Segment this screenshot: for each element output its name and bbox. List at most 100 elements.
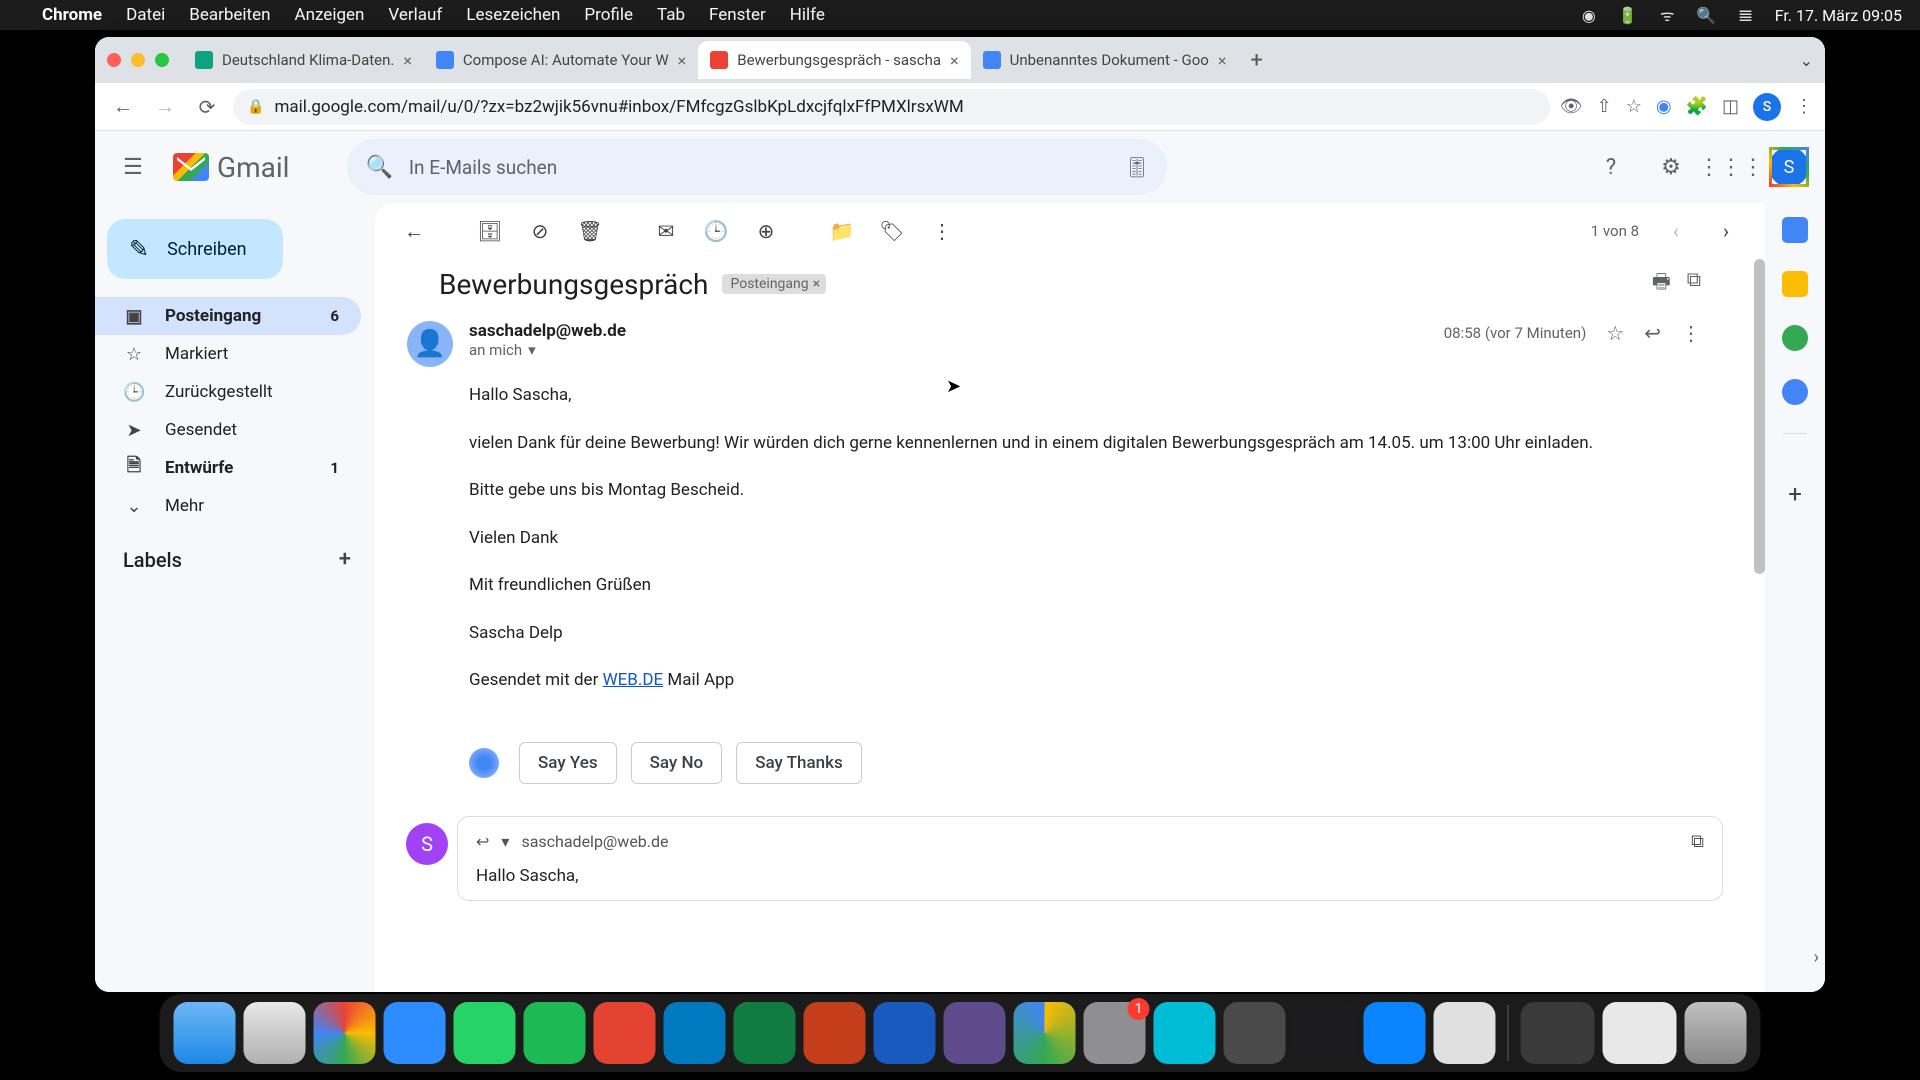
dock-todoist[interactable]: [594, 1002, 656, 1064]
reply-to[interactable]: saschadelp@web.de: [521, 832, 668, 851]
menu-window[interactable]: Fenster: [709, 5, 766, 25]
control-center-icon[interactable]: 𝌆: [1738, 6, 1752, 25]
nav-starred[interactable]: ☆ Markiert: [95, 335, 361, 373]
smart-reply-yes[interactable]: Say Yes: [519, 742, 617, 784]
compose-ai-icon[interactable]: [469, 748, 499, 778]
back-arrow-icon[interactable]: ←: [393, 210, 435, 252]
search-options-icon[interactable]: 🎚: [1124, 155, 1149, 179]
archive-icon[interactable]: 🗄: [469, 210, 511, 252]
reload-button[interactable]: ⟳: [191, 91, 223, 123]
dock-settings[interactable]: 1: [1084, 1002, 1146, 1064]
tab-close-icon[interactable]: ×: [1218, 51, 1227, 70]
open-window-icon[interactable]: ⧉: [1687, 267, 1701, 301]
dock-finder[interactable]: [174, 1002, 236, 1064]
reply-arrow-icon[interactable]: ↩: [476, 832, 489, 851]
menu-bookmarks[interactable]: Lesezeichen: [466, 5, 560, 25]
dock-drive[interactable]: [1014, 1002, 1076, 1064]
back-button[interactable]: ←: [107, 91, 139, 123]
tab-list-chevron-icon[interactable]: ⌄: [1800, 51, 1813, 70]
dock-powerpoint[interactable]: [804, 1002, 866, 1064]
keep-addon-icon[interactable]: [1782, 271, 1808, 297]
dock-min-window[interactable]: [1521, 1002, 1595, 1064]
bookmark-star-icon[interactable]: ☆: [1626, 96, 1642, 117]
tab-close-icon[interactable]: ×: [678, 51, 687, 70]
reply-icon[interactable]: ↩: [1644, 321, 1661, 345]
battery-icon[interactable]: 🔋: [1618, 6, 1638, 25]
mark-unread-icon[interactable]: ✉: [645, 210, 687, 252]
reply-draft-text[interactable]: Hallo Sascha,: [476, 852, 1704, 886]
dock-zoom[interactable]: [384, 1002, 446, 1064]
sidepanel-icon[interactable]: ◫: [1722, 96, 1739, 117]
dock-spotify[interactable]: [524, 1002, 586, 1064]
smart-reply-no[interactable]: Say No: [631, 742, 723, 784]
menu-file[interactable]: Datei: [126, 5, 165, 25]
nav-more[interactable]: ⌄ Mehr: [95, 487, 361, 525]
extension-icon[interactable]: ◉: [1656, 96, 1672, 117]
search-input[interactable]: [409, 156, 1108, 179]
dock-app-white[interactable]: [1434, 1002, 1496, 1064]
chrome-menu-icon[interactable]: ⋮: [1795, 96, 1813, 117]
dock-app-teal[interactable]: [1154, 1002, 1216, 1064]
clock[interactable]: Fr. 17. März 09:05: [1775, 6, 1902, 25]
dock-imovie[interactable]: [944, 1002, 1006, 1064]
account-avatar[interactable]: S: [1769, 147, 1809, 187]
tasks-addon-icon[interactable]: [1782, 325, 1808, 351]
chevron-down-icon[interactable]: ▾: [528, 341, 536, 359]
active-app-name[interactable]: Chrome: [42, 5, 102, 25]
nav-drafts[interactable]: 🗎 Entwürfe 1: [95, 449, 361, 487]
spam-icon[interactable]: ⊘: [519, 210, 561, 252]
forward-button[interactable]: →: [149, 91, 181, 123]
more-icon[interactable]: ⋮: [1681, 321, 1701, 345]
move-icon[interactable]: 📁: [821, 210, 863, 252]
profile-avatar[interactable]: S: [1753, 93, 1781, 121]
url-field[interactable]: 🔒 mail.google.com/mail/u/0/?zx=bz2wjik56…: [233, 89, 1550, 125]
browser-tab[interactable]: Compose AI: Automate Your W ×: [424, 41, 698, 79]
popout-icon[interactable]: ⧉: [1691, 831, 1704, 852]
search-icon[interactable]: 🔍: [1696, 6, 1716, 25]
dock-appstore[interactable]: [1364, 1002, 1426, 1064]
nav-sent[interactable]: ➤ Gesendet: [95, 411, 361, 449]
nav-inbox[interactable]: ▣ Posteingang 6: [95, 297, 361, 335]
add-label-icon[interactable]: +: [339, 547, 351, 572]
gmail-logo[interactable]: Gmail: [173, 151, 289, 184]
dock-chrome[interactable]: [314, 1002, 376, 1064]
prev-icon[interactable]: ‹: [1655, 210, 1697, 252]
new-tab-button[interactable]: +: [1238, 48, 1274, 73]
window-close[interactable]: [107, 53, 121, 67]
sender-avatar[interactable]: 👤: [407, 321, 453, 367]
menu-help[interactable]: Hilfe: [790, 5, 825, 25]
sender-email[interactable]: saschadelp@web.de: [469, 321, 1428, 341]
more-icon[interactable]: ⋮: [921, 210, 963, 252]
next-icon[interactable]: ›: [1705, 210, 1747, 252]
extensions-icon[interactable]: 🧩: [1686, 96, 1708, 117]
delete-icon[interactable]: 🗑: [569, 210, 611, 252]
dock-word[interactable]: [874, 1002, 936, 1064]
search-icon[interactable]: 🔍: [365, 155, 392, 180]
contacts-addon-icon[interactable]: [1782, 379, 1808, 405]
dock-quicktime[interactable]: [1224, 1002, 1286, 1064]
label-icon[interactable]: 🏷: [871, 210, 913, 252]
calendar-addon-icon[interactable]: [1782, 217, 1808, 243]
search-box[interactable]: 🔍 🎚: [347, 139, 1167, 195]
dock-whatsapp[interactable]: [454, 1002, 516, 1064]
tab-close-icon[interactable]: ×: [950, 51, 959, 70]
menu-edit[interactable]: Bearbeiten: [189, 5, 270, 25]
browser-tab[interactable]: Deutschland Klima-Daten. ×: [183, 41, 424, 79]
dock-audio[interactable]: [1294, 1002, 1356, 1064]
support-icon[interactable]: ?: [1589, 145, 1633, 189]
browser-tab-active[interactable]: Bewerbungsgespräch - sascha ×: [698, 41, 970, 79]
webde-link[interactable]: WEB.DE: [603, 670, 664, 690]
recipient-line[interactable]: an mich ▾: [469, 341, 1428, 359]
eye-icon[interactable]: 👁: [1560, 96, 1583, 117]
smart-reply-thanks[interactable]: Say Thanks: [736, 742, 862, 784]
dock-trash[interactable]: [1685, 1002, 1747, 1064]
apps-grid-icon[interactable]: ⋮⋮⋮: [1709, 145, 1753, 189]
window-maximize[interactable]: [155, 53, 169, 67]
hamburger-icon[interactable]: ☰: [111, 145, 155, 189]
wifi-icon[interactable]: ᯤ: [1660, 4, 1675, 26]
chip-close-icon[interactable]: ×: [813, 276, 820, 292]
add-task-icon[interactable]: ⊕: [745, 210, 787, 252]
reply-dropdown-icon[interactable]: ▾: [501, 832, 509, 851]
dock-safari[interactable]: [244, 1002, 306, 1064]
star-icon[interactable]: ☆: [1606, 321, 1624, 345]
